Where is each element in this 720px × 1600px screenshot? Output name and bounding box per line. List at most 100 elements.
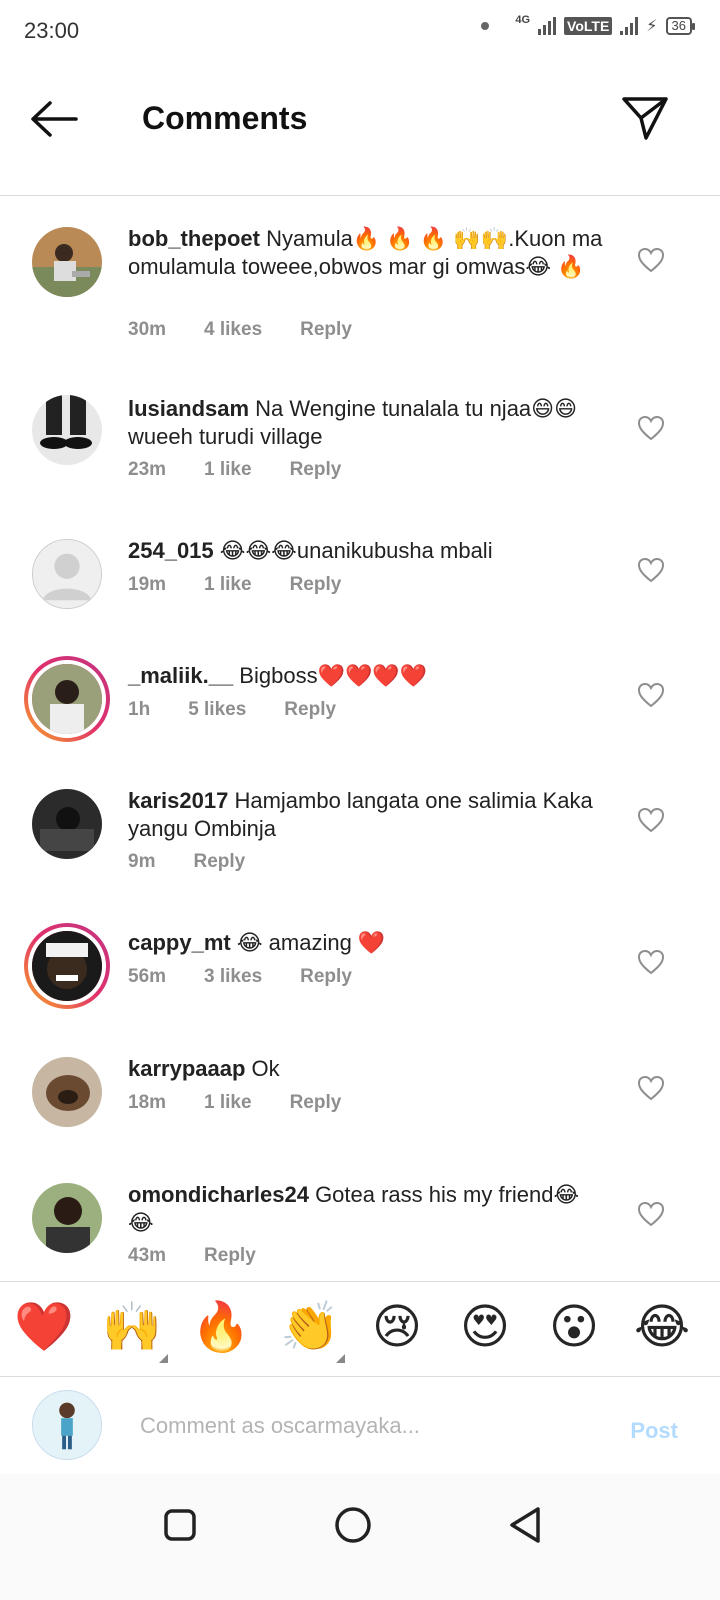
signal-icon-2 <box>620 17 639 35</box>
reply-button[interactable]: Reply <box>300 966 352 988</box>
back-triangle-icon[interactable] <box>500 1500 550 1550</box>
comment-time: 30m <box>128 319 167 340</box>
reply-button[interactable]: Reply <box>290 459 342 481</box>
battery-indicator: 36 <box>665 17 696 35</box>
paper-plane-icon[interactable] <box>620 94 670 144</box>
like-count[interactable]: 5 likes <box>188 699 246 721</box>
skin-tone-indicator-icon <box>336 1354 345 1363</box>
like-count[interactable]: 3 likes <box>204 966 262 988</box>
avatar[interactable] <box>32 789 102 859</box>
volte-badge: VoLTE <box>564 17 613 35</box>
comment-text: cappy_mt 😂 amazing ❤️ <box>128 929 608 957</box>
comment-meta: 9m Reply <box>128 851 245 873</box>
username[interactable]: bob_thepoet <box>128 226 260 251</box>
reply-button[interactable]: Reply <box>284 699 336 721</box>
header: Comments <box>0 64 720 196</box>
comment-item: cappy_mt 😂 amazing ❤️ 56m 3 likes Reply <box>0 923 720 1029</box>
avatar[interactable] <box>32 227 102 297</box>
comment-message: Ok <box>245 1056 280 1081</box>
username[interactable]: omondicharles24 <box>128 1182 309 1207</box>
post-button[interactable]: Post <box>630 1418 678 1444</box>
emoji-laughing[interactable]: 😂 <box>632 1298 692 1358</box>
network-type: 4G <box>515 14 531 26</box>
reply-button[interactable]: Reply <box>193 851 245 873</box>
home-icon[interactable] <box>328 1500 378 1550</box>
comment-item: bob_thepoet Nyamula🔥 🔥 🔥 🙌🙌.Kuon ma omul… <box>0 225 720 375</box>
page-title: Comments <box>142 100 308 136</box>
comment-message: 😂😂😂unanikubusha mbali <box>213 538 493 563</box>
emoji-heart[interactable]: ❤️ <box>14 1298 74 1358</box>
status-icons: 4G VoLTE ⚡ 36 <box>481 14 696 36</box>
comment-list[interactable]: bob_thepoet Nyamula🔥 🔥 🔥 🙌🙌.Kuon ma omul… <box>0 197 720 1280</box>
emoji-clapping[interactable]: 👏 <box>280 1298 340 1358</box>
comment-time: 9m <box>128 851 156 872</box>
like-count[interactable]: 4 likes <box>204 319 262 341</box>
comment-meta: 1h 5 likes Reply <box>128 699 336 721</box>
avatar-story-ring[interactable] <box>24 923 110 1009</box>
emoji-raising-hands[interactable]: 🙌 <box>102 1298 162 1358</box>
comment-time: 23m <box>128 459 167 480</box>
recent-apps-icon[interactable] <box>155 1500 205 1550</box>
heart-icon[interactable] <box>637 415 665 441</box>
reply-button[interactable]: Reply <box>204 1245 256 1267</box>
avatar[interactable] <box>32 1057 102 1127</box>
like-count[interactable]: 1 like <box>204 1092 252 1114</box>
heart-icon[interactable] <box>637 949 665 975</box>
skin-tone-indicator-icon <box>159 1354 168 1363</box>
comment-text: lusiandsam Na Wengine tunalala tu njaa😄😄… <box>128 395 608 451</box>
heart-icon[interactable] <box>637 1201 665 1227</box>
username[interactable]: cappy_mt <box>128 930 231 955</box>
comment-text: 254_015 😂😂😂unanikubusha mbali <box>128 537 608 565</box>
back-arrow-icon[interactable] <box>28 98 80 140</box>
comment-time: 1h <box>128 699 151 720</box>
avatar[interactable] <box>32 1183 102 1253</box>
comment-item: 254_015 😂😂😂unanikubusha mbali 19m 1 like… <box>0 537 720 637</box>
comment-time: 19m <box>128 574 167 595</box>
comment-text: omondicharles24 Gotea rass his my friend… <box>128 1181 608 1237</box>
my-avatar <box>32 1390 102 1460</box>
comment-time: 56m <box>128 966 167 987</box>
reply-button[interactable]: Reply <box>290 1092 342 1114</box>
avatar-story-ring[interactable] <box>24 656 110 742</box>
comment-meta: 19m 1 like Reply <box>128 574 341 596</box>
comment-meta: 30m 4 likes Reply <box>128 319 352 341</box>
status-bar: 23:00 4G VoLTE ⚡ 36 <box>0 0 720 64</box>
comment-composer: Post <box>0 1378 720 1474</box>
comment-meta: 18m 1 like Reply <box>128 1092 341 1114</box>
username[interactable]: 254_015 <box>128 538 214 563</box>
avatar[interactable] <box>32 539 102 609</box>
comment-time: 43m <box>128 1245 167 1266</box>
comment-text: _maliik.__ Bigboss❤️❤️❤️❤️ <box>128 662 608 690</box>
heart-icon[interactable] <box>637 807 665 833</box>
comment-item: _maliik.__ Bigboss❤️❤️❤️❤️ 1h 5 likes Re… <box>0 656 720 762</box>
emoji-heart-eyes[interactable]: 😍 <box>455 1298 515 1358</box>
comment-text: bob_thepoet Nyamula🔥 🔥 🔥 🙌🙌.Kuon ma omul… <box>128 225 608 281</box>
comment-meta: 56m 3 likes Reply <box>128 966 352 988</box>
system-nav-bar <box>0 1474 720 1600</box>
heart-icon[interactable] <box>637 682 665 708</box>
reply-button[interactable]: Reply <box>290 574 342 596</box>
comment-input[interactable] <box>140 1408 600 1444</box>
emoji-crying[interactable]: 😢 <box>367 1298 427 1358</box>
status-time: 23:00 <box>24 18 80 43</box>
username[interactable]: lusiandsam <box>128 396 249 421</box>
signal-icon <box>538 17 557 35</box>
comment-message: 😂 amazing ❤️ <box>230 930 386 955</box>
like-count[interactable]: 1 like <box>204 459 252 481</box>
username[interactable]: _maliik.__ <box>128 663 233 688</box>
comment-item: karrypaaap Ok 18m 1 like Reply <box>0 1055 720 1155</box>
notification-dot-icon <box>481 22 490 30</box>
username[interactable]: karis2017 <box>128 788 228 813</box>
heart-icon[interactable] <box>637 247 665 273</box>
avatar[interactable] <box>32 395 102 465</box>
username[interactable]: karrypaaap <box>128 1056 245 1081</box>
emoji-fire[interactable]: 🔥 <box>191 1298 251 1358</box>
heart-icon[interactable] <box>637 557 665 583</box>
comment-item: karis2017 Hamjambo langata one salimia K… <box>0 787 720 897</box>
emoji-reaction-bar: ❤️ 🙌 🔥 👏 😢 😍 😮 😂 <box>0 1281 720 1377</box>
comment-message: Bigboss❤️❤️❤️❤️ <box>233 663 428 688</box>
like-count[interactable]: 1 like <box>204 574 252 596</box>
reply-button[interactable]: Reply <box>300 319 352 341</box>
emoji-surprised[interactable]: 😮 <box>544 1298 604 1358</box>
heart-icon[interactable] <box>637 1075 665 1101</box>
